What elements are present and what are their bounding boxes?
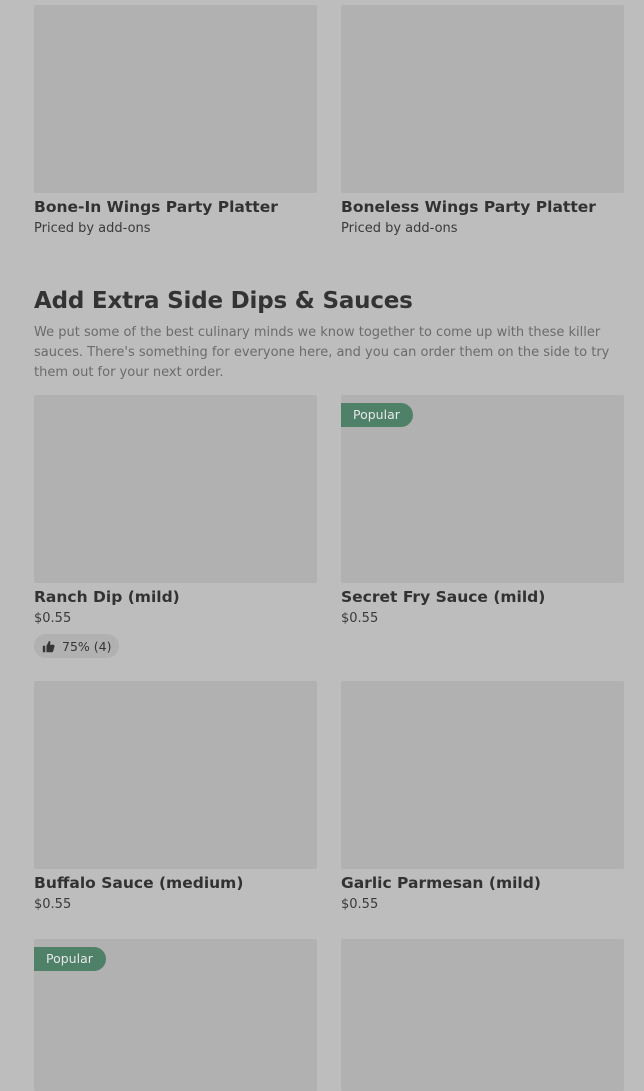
item-price: $0.55 bbox=[341, 611, 379, 626]
item-name: Garlic Parmesan (mild) bbox=[341, 874, 541, 892]
item-name: Ranch Dip (mild) bbox=[34, 588, 180, 606]
item-name: Bone-In Wings Party Platter bbox=[34, 198, 278, 216]
menu-item-card[interactable]: Popular Secret Fry Sauce (mild) $0.55 bbox=[341, 395, 624, 658]
item-price: Priced by add-ons bbox=[341, 221, 458, 236]
rating-text: 75% (4) bbox=[62, 638, 112, 654]
item-price: $0.55 bbox=[34, 897, 72, 912]
popular-badge: Popular bbox=[341, 403, 413, 427]
sauces-grid-row-3: Popular bbox=[34, 939, 624, 1091]
menu-item-card[interactable]: Boneless Wings Party Platter Priced by a… bbox=[341, 5, 624, 238]
item-image[interactable] bbox=[341, 939, 624, 1091]
thumbs-up-icon bbox=[42, 640, 55, 652]
item-price: $0.55 bbox=[34, 611, 72, 626]
popular-badge: Popular bbox=[34, 947, 106, 971]
item-name: Buffalo Sauce (medium) bbox=[34, 874, 244, 892]
item-price: $0.55 bbox=[341, 897, 379, 912]
rating-badge: 75% (4) bbox=[34, 634, 120, 658]
menu-item-card[interactable]: Ranch Dip (mild) $0.55 75% (4) bbox=[34, 395, 317, 658]
sauces-section-header: Add Extra Side Dips & Sauces We put some… bbox=[34, 287, 624, 383]
menu-item-card[interactable] bbox=[341, 939, 624, 1091]
platters-grid: Bone-In Wings Party Platter Priced by ad… bbox=[34, 5, 624, 238]
item-name: Boneless Wings Party Platter bbox=[341, 198, 596, 216]
section-title: Add Extra Side Dips & Sauces bbox=[34, 288, 413, 314]
sauces-grid-row-2: Buffalo Sauce (medium) $0.55 Garlic Parm… bbox=[34, 681, 624, 914]
section-description: We put some of the best culinary minds w… bbox=[34, 325, 610, 380]
item-image[interactable] bbox=[34, 681, 317, 869]
item-name: Secret Fry Sauce (mild) bbox=[341, 588, 546, 606]
menu-item-card[interactable]: Bone-In Wings Party Platter Priced by ad… bbox=[34, 5, 317, 238]
item-image[interactable] bbox=[34, 395, 317, 583]
item-image[interactable] bbox=[34, 5, 317, 193]
item-image[interactable] bbox=[341, 5, 624, 193]
item-image[interactable] bbox=[341, 681, 624, 869]
item-price: Priced by add-ons bbox=[34, 221, 151, 236]
menu-item-card[interactable]: Buffalo Sauce (medium) $0.55 bbox=[34, 681, 317, 914]
menu-item-card[interactable]: Garlic Parmesan (mild) $0.55 bbox=[341, 681, 624, 914]
sauces-grid-row-1: Ranch Dip (mild) $0.55 75% (4) Popular S… bbox=[34, 395, 624, 658]
menu-item-card[interactable]: Popular bbox=[34, 939, 317, 1091]
